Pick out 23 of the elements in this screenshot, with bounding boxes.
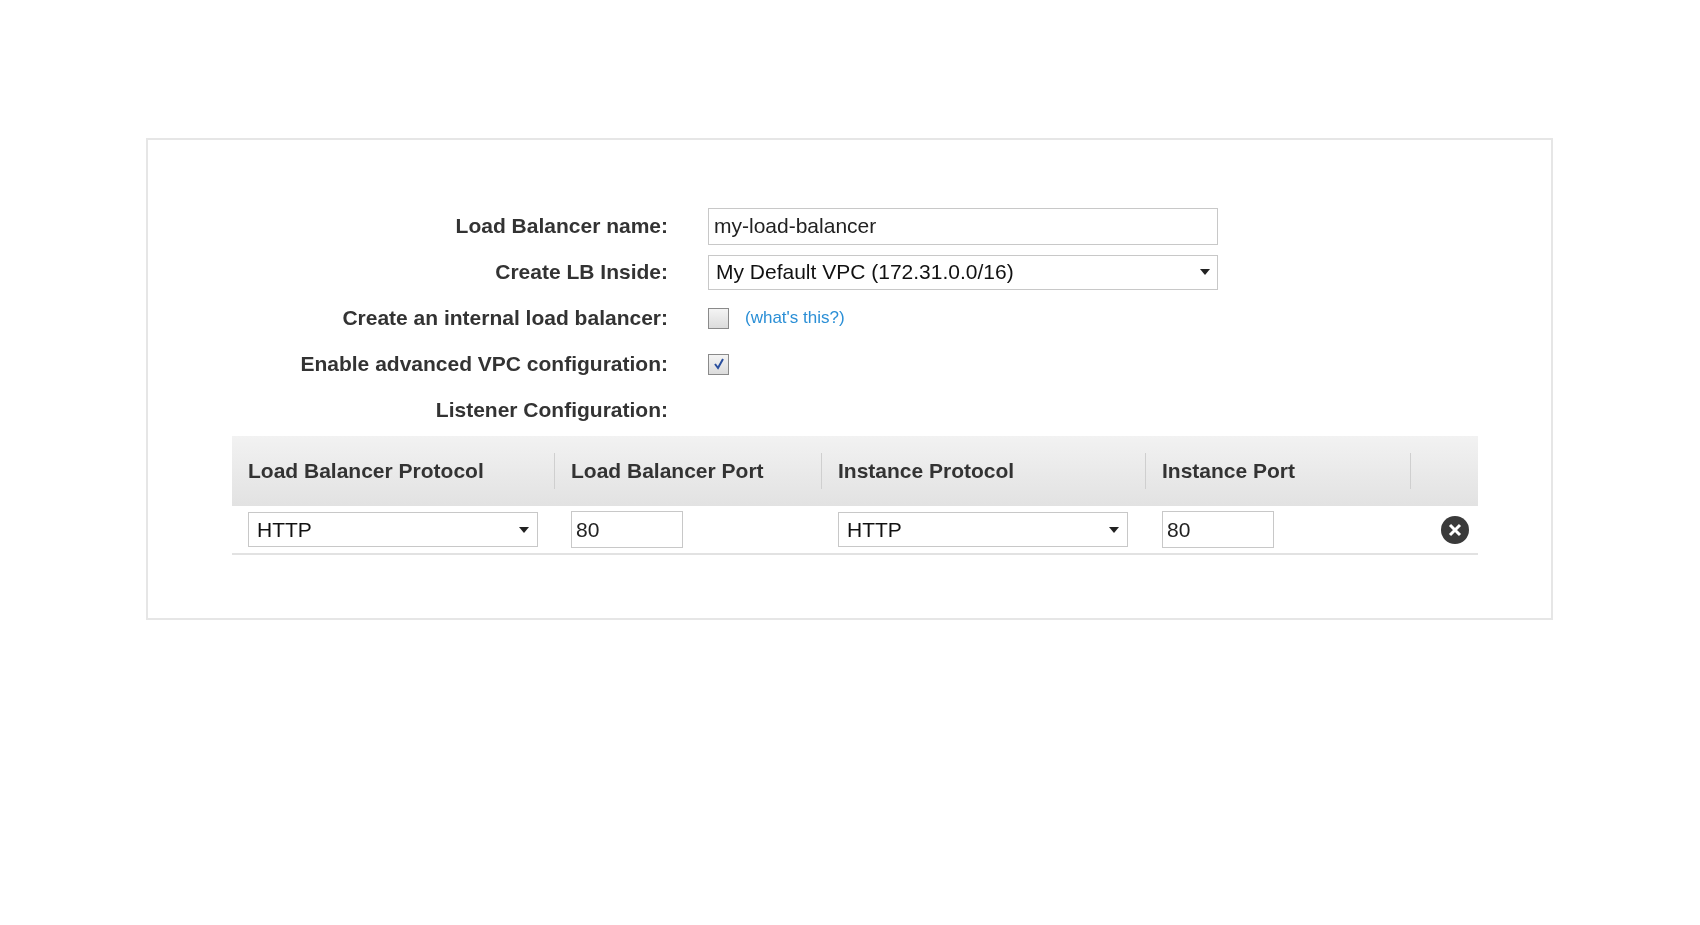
name-input[interactable]: my-load-balancer [708, 207, 1218, 245]
column-header: Instance Port [1162, 458, 1296, 485]
column-header: Instance Protocol [838, 458, 1015, 485]
field-label: Listener Configuration: [434, 397, 668, 424]
caret-icon [1200, 269, 1210, 275]
field-label: Create an internal load balancer: [341, 305, 668, 332]
check-icon [711, 357, 726, 371]
caret-icon [519, 526, 529, 533]
checkbox[interactable] [708, 307, 729, 329]
protocol-select[interactable]: HTTP [838, 512, 1128, 547]
column-header: Load Balancer Protocol [248, 458, 484, 485]
field-label: Load Balancer name: [454, 213, 668, 240]
port-input[interactable]: 80 [1162, 511, 1274, 548]
field-label: Create LB Inside: [494, 259, 668, 286]
port-input[interactable]: 80 [571, 511, 683, 548]
protocol-select[interactable]: HTTP [248, 512, 538, 547]
checkbox[interactable] [708, 353, 729, 375]
caret-icon [1109, 526, 1119, 533]
vpc-select[interactable]: My Default VPC (172.31.0.0/16) [708, 254, 1218, 290]
field-label: Enable advanced VPC configuration: [299, 351, 668, 378]
column-header: Load Balancer Port [571, 458, 764, 485]
help-link[interactable]: (what's this?) [745, 305, 845, 331]
remove-icon[interactable] [1440, 515, 1469, 544]
